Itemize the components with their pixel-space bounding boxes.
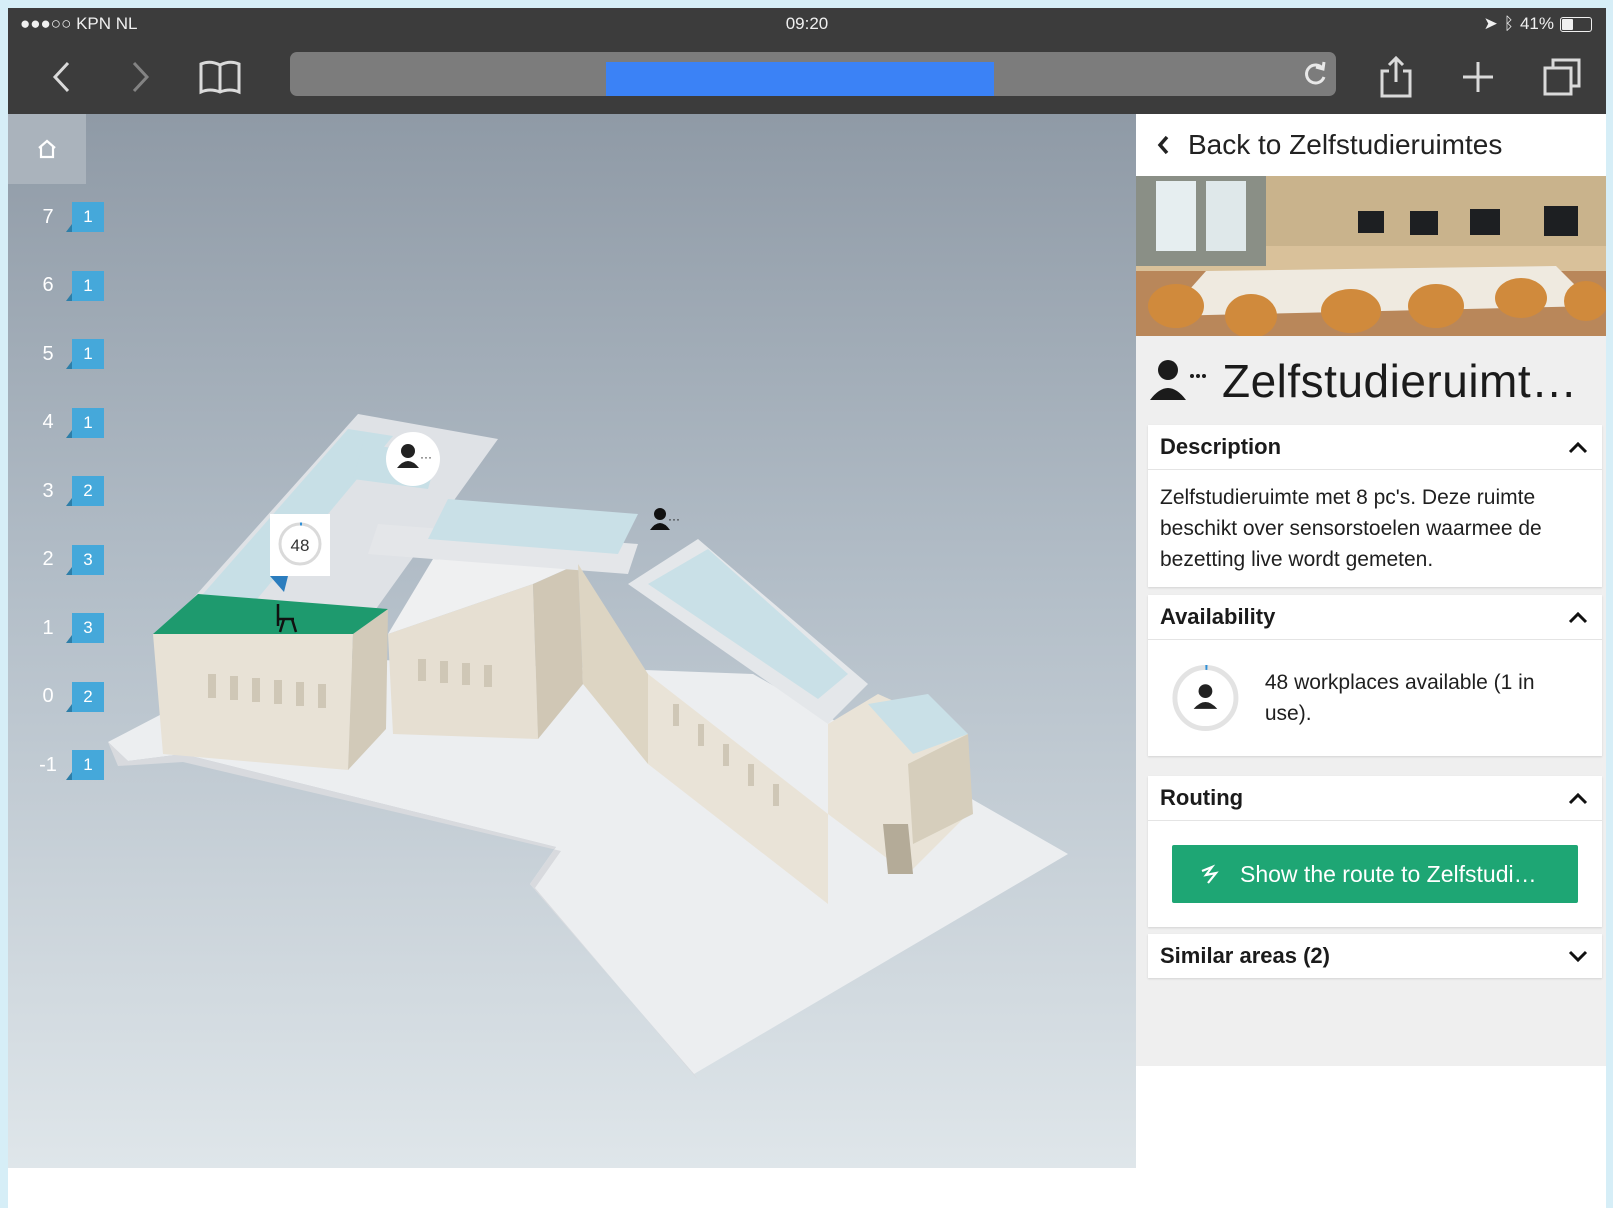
- share-icon: [1380, 55, 1412, 98]
- floor-count-badge: 2: [66, 681, 104, 712]
- svg-text:···: ···: [668, 512, 680, 526]
- floor-level-label: 4: [42, 411, 54, 433]
- floor-count-badge: 1: [66, 750, 104, 780]
- battery-percent: 41%: [1519, 14, 1554, 33]
- floor-item-3[interactable]: 32: [34, 476, 104, 506]
- floor-item-2[interactable]: 23: [34, 544, 104, 575]
- chevron-up-icon: [1568, 792, 1588, 805]
- clock: 09:20: [785, 14, 829, 33]
- chevron-up-icon: [1568, 611, 1588, 624]
- area-title-row: Zelfstudieruimt…: [1148, 346, 1578, 416]
- floor-item-7[interactable]: 71: [34, 202, 104, 232]
- floor-count-badge: 3: [66, 613, 104, 643]
- marker-count: 48: [291, 536, 310, 555]
- svg-text:···: ···: [420, 450, 432, 464]
- map-view[interactable]: 48 ··· ··· 716151413 2 2 3 1 3 0 2 -1 1: [8, 114, 1136, 1168]
- floor-count-badge: 1: [66, 202, 104, 232]
- plus-icon: [1463, 62, 1493, 92]
- floor-item-6[interactable]: 61: [34, 270, 104, 301]
- similar-areas-heading: Similar areas (2): [1160, 943, 1330, 968]
- availability-body: 48 workplaces available (1 in use).: [1148, 640, 1602, 756]
- similar-areas-header[interactable]: Similar areas (2): [1148, 934, 1602, 978]
- person-icon: [1150, 360, 1206, 400]
- show-route-button[interactable]: Show the route to Zelfstudi…: [1172, 845, 1578, 903]
- routing-heading: Routing: [1160, 785, 1244, 810]
- floor-count-badge: 1: [66, 339, 104, 369]
- tablet-screen: ●●●○○ KPN NL 09:20 ➤ ᛒ 41% 48 ··· ··· 7 …: [8, 8, 1606, 1208]
- floor-level-label: -1: [39, 753, 57, 776]
- similar-areas-card: Similar areas (2): [1148, 934, 1602, 978]
- back-link[interactable]: Back to Zelfstudieruimtes: [1136, 114, 1606, 176]
- routing-card: Routing Show the route to Zelfstudi…: [1148, 776, 1602, 927]
- reload-icon[interactable]: [1302, 60, 1328, 88]
- availability-card: Availability 48 workplaces available (1 …: [1148, 595, 1602, 756]
- floor-level-label: 1: [42, 616, 54, 639]
- share-button[interactable]: [1366, 40, 1426, 114]
- floor-count-badge: 3: [66, 544, 104, 575]
- battery-icon: [1560, 16, 1592, 32]
- floor-count-badge: 2: [66, 476, 104, 506]
- availability-header[interactable]: Availability: [1148, 595, 1602, 640]
- status-right: ➤ ᛒ 41%: [1484, 14, 1592, 34]
- chevron-up-icon: [1568, 441, 1588, 454]
- browser-toolbar: [8, 40, 1606, 114]
- floor-item-4[interactable]: 41: [34, 407, 104, 438]
- address-progress: [606, 62, 994, 96]
- floor-count-badge: 1: [66, 407, 104, 438]
- walking-route-icon: [1201, 864, 1219, 884]
- floor-level-label: 6: [42, 274, 54, 296]
- floor-item-5[interactable]: 51: [34, 339, 104, 369]
- location-icon: ➤: [1483, 14, 1498, 33]
- floor-level-label: 2: [42, 548, 54, 570]
- show-route-label: Show the route to Zelfstudi…: [1240, 860, 1537, 887]
- person-marker-top[interactable]: ···: [386, 432, 440, 486]
- chevron-left-icon: [1157, 135, 1169, 155]
- description-card: Description Zelfstudieruimte met 8 pc's.…: [1148, 425, 1602, 587]
- person-marker-right[interactable]: ···: [650, 508, 680, 530]
- floor-level-label: 0: [42, 685, 54, 707]
- room-photo: [1136, 176, 1606, 336]
- availability-text: 48 workplaces available (1 in use).: [1264, 671, 1535, 725]
- home-button[interactable]: [8, 114, 86, 184]
- availability-heading: Availability: [1160, 604, 1276, 629]
- floor-item-0[interactable]: 02: [34, 681, 104, 712]
- area-title: Zelfstudieruimt…: [1222, 355, 1578, 407]
- book-icon: [199, 60, 241, 95]
- page-footer-blank: [8, 1168, 1606, 1208]
- tabs-icon: [1543, 58, 1581, 96]
- detail-panel: Back to Zelfstudieruimtes Zelfstudieruim…: [1136, 114, 1606, 1168]
- back-button[interactable]: [32, 40, 92, 114]
- routing-header[interactable]: Routing: [1148, 776, 1602, 821]
- floor-item-1[interactable]: 13: [34, 613, 104, 643]
- forward-button[interactable]: [110, 40, 170, 114]
- chevron-down-icon: [1568, 950, 1588, 963]
- floor-level-label: 5: [42, 342, 54, 365]
- floor-level-label: 7: [42, 205, 54, 228]
- address-bar[interactable]: [290, 52, 1336, 96]
- status-bar: ●●●○○ KPN NL 09:20 ➤ ᛒ 41%: [8, 8, 1606, 40]
- description-header[interactable]: Description: [1148, 425, 1602, 470]
- floor-item--1[interactable]: -1 1: [34, 750, 104, 780]
- building-3d-model[interactable]: 48 ··· ···: [8, 114, 1136, 1168]
- tabs-button[interactable]: [1532, 40, 1592, 114]
- new-tab-button[interactable]: [1448, 40, 1508, 114]
- chevron-right-icon: [132, 61, 150, 93]
- home-icon: [38, 139, 56, 159]
- floor-count-badge: 1: [66, 270, 104, 301]
- floor-level-label: 3: [42, 479, 54, 502]
- description-text: Zelfstudieruimte met 8 pc's. Deze ruimte…: [1160, 486, 1542, 571]
- back-label: Back to Zelfstudieruimtes: [1188, 129, 1503, 160]
- description-heading: Description: [1160, 434, 1282, 459]
- bookmarks-button[interactable]: [190, 40, 250, 114]
- bluetooth-icon: ᛒ: [1503, 14, 1514, 33]
- chevron-left-icon: [52, 61, 70, 93]
- occupancy-gauge-icon: [1172, 665, 1239, 731]
